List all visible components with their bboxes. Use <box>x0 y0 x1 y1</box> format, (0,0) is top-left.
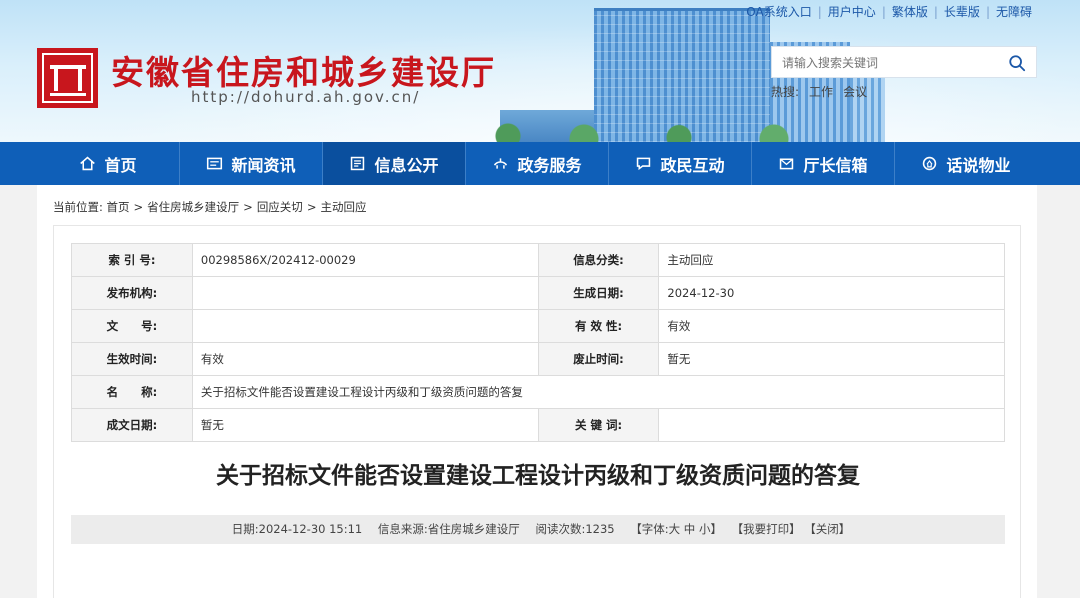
property-icon <box>923 156 937 171</box>
breadcrumb-prefix: 当前位置: <box>53 200 103 214</box>
table-row: 成文日期: 暂无 关 键 词: <box>71 408 1005 442</box>
table-row: 名 称: 关于招标文件能否设置建设工程设计丙级和丁级资质问题的答复 <box>71 375 1006 409</box>
breadcrumb: 当前位置: 首页 > 省住房城乡建设厅 > 回应关切 > 主动回应 <box>53 199 366 215</box>
meta-label: 名 称: <box>71 375 193 409</box>
news-icon <box>207 157 223 170</box>
nav-item-label: 政民互动 <box>660 155 725 175</box>
font-size-small[interactable]: 小 <box>699 522 711 536</box>
breadcrumb-item[interactable]: 回应关切 <box>257 200 303 214</box>
meta-label: 生成日期: <box>537 276 660 310</box>
article-title: 关于招标文件能否设置建设工程设计丙级和丁级资质问题的答复 <box>216 463 860 489</box>
article-panel: 索 引 号: 00298586X/202412-00029 信息分类: 主动回应… <box>53 225 1021 598</box>
meta-value <box>191 276 539 310</box>
hot-search: 热搜: 工作 会议 <box>771 83 867 100</box>
nav-item-label: 首页 <box>104 155 137 175</box>
meta-label: 成文日期: <box>71 408 193 442</box>
font-size-label: 【字体: <box>630 522 669 536</box>
article-views: 阅读次数:1235 <box>535 522 615 536</box>
breadcrumb-separator: > <box>306 200 317 214</box>
hot-search-label: 热搜: <box>771 85 800 99</box>
mailbox-icon <box>780 158 794 170</box>
breadcrumb-item[interactable]: 省住房城乡建设厅 <box>147 200 239 214</box>
meta-value: 有效 <box>191 342 539 376</box>
nav-item-label: 新闻资讯 <box>231 155 296 175</box>
font-size-large[interactable]: 大 <box>669 522 681 536</box>
table-row: 文 号: 有 效 性: 有效 <box>71 309 1005 343</box>
table-row: 生效时间: 有效 废止时间: 暂无 <box>71 342 1005 376</box>
meta-value <box>191 309 539 343</box>
nav-item-news[interactable]: 新闻资讯 <box>179 142 322 185</box>
print-button[interactable]: 【我要打印】 <box>732 522 801 536</box>
article-info-bar: 日期:2024-12-30 15:11 信息来源:省住房城乡建设厅 阅读次数:1… <box>71 515 1005 544</box>
nav-item-home[interactable]: 首页 <box>37 142 179 185</box>
top-links: OA系统入口 | 用户中心 | 繁体版 | 长辈版 | 无障碍 <box>746 5 1032 19</box>
meta-label: 索 引 号: <box>71 243 193 277</box>
nav-item-label: 话说物业 <box>946 155 1011 175</box>
nav-item-label: 厅长信箱 <box>803 155 868 175</box>
font-size-medium[interactable]: 中 <box>684 522 696 536</box>
breadcrumb-item[interactable]: 主动回应 <box>320 200 366 214</box>
top-link-elderly[interactable]: 长辈版 <box>944 5 980 19</box>
info-icon <box>351 156 365 171</box>
meta-label: 生效时间: <box>71 342 193 376</box>
article-date: 日期:2024-12-30 15:11 <box>231 522 363 536</box>
search-icon[interactable] <box>1008 54 1026 72</box>
nav-item-mailbox[interactable]: 厅长信箱 <box>751 142 894 185</box>
service-icon <box>494 158 508 169</box>
nav-item-gov-service[interactable]: 政务服务 <box>465 142 608 185</box>
meta-label: 信息分类: <box>537 243 660 277</box>
site-title: 安徽省住房和城乡建设厅 <box>111 53 496 92</box>
meta-label: 有 效 性: <box>537 309 660 343</box>
article-source: 信息来源:省住房城乡建设厅 <box>377 522 520 536</box>
top-link-user-center[interactable]: 用户中心 <box>828 5 876 19</box>
meta-value: 00298586X/202412-00029 <box>191 243 539 277</box>
meta-value <box>658 408 1005 442</box>
font-size-close: 】 <box>710 522 722 536</box>
nav-item-property[interactable]: 话说物业 <box>894 142 1037 185</box>
breadcrumb-separator: > <box>243 200 253 214</box>
close-button[interactable]: 【关闭】 <box>804 522 850 536</box>
meta-value: 关于招标文件能否设置建设工程设计丙级和丁级资质问题的答复 <box>191 375 1006 409</box>
table-row: 索 引 号: 00298586X/202412-00029 信息分类: 主动回应 <box>71 243 1005 277</box>
site-header: 安徽省住房和城乡建设厅 http://dohurd.ah.gov.cn/ OA系… <box>0 0 1080 142</box>
header-trees-image <box>470 112 850 142</box>
table-row: 发布机构: 生成日期: 2024-12-30 <box>71 276 1005 310</box>
document-metadata-table: 索 引 号: 00298586X/202412-00029 信息分类: 主动回应… <box>71 243 1006 442</box>
meta-label: 文 号: <box>71 309 193 343</box>
font-size-controls: 【字体:大 中 小】 <box>630 522 722 536</box>
top-link-oa[interactable]: OA系统入口 <box>746 5 811 19</box>
main-nav: 首页 新闻资讯 信息公开 政务服务 政民互动 厅长信箱 话说物业 <box>0 142 1080 185</box>
meta-value: 有效 <box>658 309 1005 343</box>
meta-value: 暂无 <box>658 342 1005 376</box>
chat-icon <box>637 157 651 171</box>
hot-term[interactable]: 工作 <box>809 85 833 99</box>
logo-emblem-icon <box>42 53 93 103</box>
meta-label: 发布机构: <box>71 276 193 310</box>
meta-label: 废止时间: <box>537 342 660 376</box>
nav-item-label: 信息公开 <box>374 155 439 175</box>
breadcrumb-item[interactable]: 首页 <box>107 200 130 214</box>
site-url: http://dohurd.ah.gov.cn/ <box>191 88 421 106</box>
home-icon <box>80 156 96 171</box>
meta-value: 暂无 <box>191 408 539 442</box>
search-box <box>771 46 1037 78</box>
hot-term[interactable]: 会议 <box>843 85 867 99</box>
site-logo[interactable] <box>37 48 98 108</box>
nav-item-info-disclosure[interactable]: 信息公开 <box>322 142 465 185</box>
meta-label: 关 键 词: <box>537 408 660 442</box>
meta-value: 主动回应 <box>658 243 1005 277</box>
search-input[interactable] <box>782 53 1002 73</box>
nav-item-label: 政务服务 <box>517 155 582 175</box>
main-content: 当前位置: 首页 > 省住房城乡建设厅 > 回应关切 > 主动回应 索 引 号: 00298… <box>37 185 1037 598</box>
top-link-accessibility[interactable]: 无障碍 <box>996 5 1032 19</box>
breadcrumb-separator: > <box>133 200 144 214</box>
nav-item-interaction[interactable]: 政民互动 <box>608 142 751 185</box>
meta-value: 2024-12-30 <box>658 276 1005 310</box>
top-link-traditional[interactable]: 繁体版 <box>892 5 928 19</box>
